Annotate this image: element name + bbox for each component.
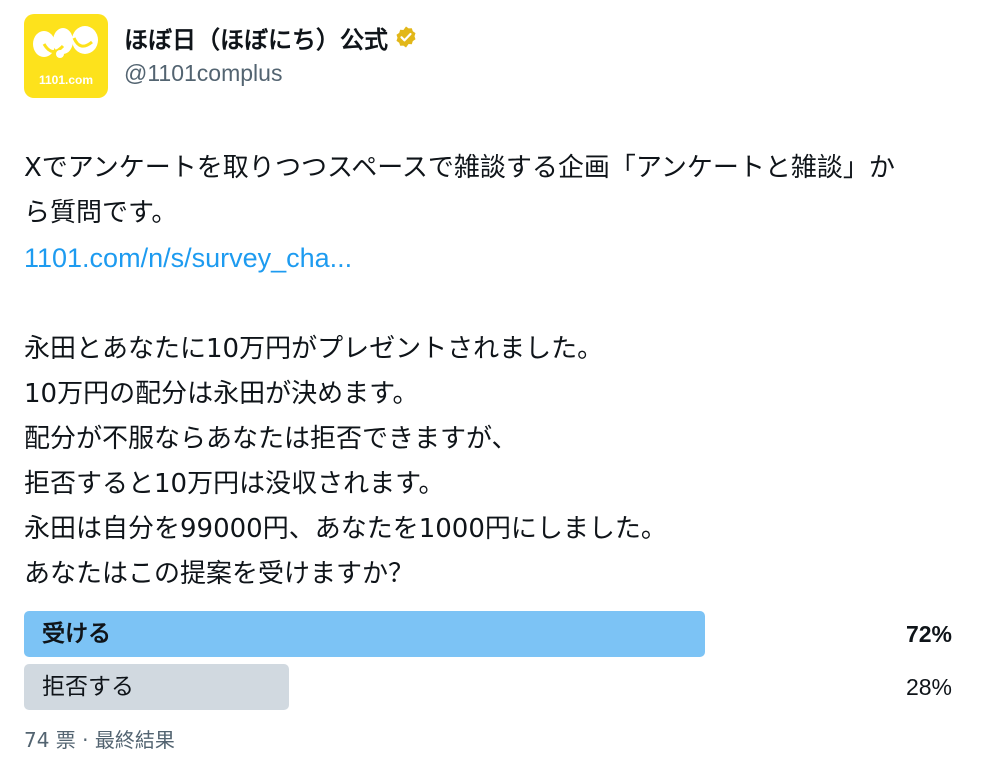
question-line: 永田とあなたに10万円がプレゼントされました。 [24,334,604,364]
avatar[interactable]: 1101.com [24,14,108,98]
poll-votes: 74 票 [24,728,76,752]
poll-option-label: 拒否する [42,674,134,700]
post-text: Xでアンケートを取りつつスペースで雑談する企画「アンケートと雑談」か ら質問です… [24,146,969,597]
poll-status: 最終結果 [94,728,175,752]
hobonichi-logo-icon [33,26,98,58]
question-line: 拒否すると10万円は没収されます。 [24,469,445,499]
post-link[interactable]: 1101.com/n/s/survey_cha... [24,243,352,273]
user-handle[interactable]: @1101complus [124,60,418,87]
poll-option-label: 受ける [42,621,111,647]
poll: 受ける 72% 拒否する 28% [24,611,952,717]
verified-badge-icon[interactable] [394,25,418,49]
poll-option-accept: 受ける 72% [24,611,952,657]
question-line: 永田は自分を99000円、あなたを1000円にしました。 [24,514,667,544]
question-line: 配分が不服ならあなたは拒否できますが、 [24,424,518,454]
poll-separator: · [75,728,95,752]
post-text-line: ら質問です。 [24,198,178,228]
post-text-line: Xでアンケートを取りつつスペースで雑談する企画「アンケートと雑談」か [24,153,895,183]
question-line: 10万円の配分は永田が決めます。 [24,379,419,409]
poll-option-reject: 拒否する 28% [24,664,952,710]
poll-bar-accept [24,611,705,657]
logo-text: 1101.com [38,73,94,87]
poll-option-percent: 28% [905,674,952,700]
poll-meta: 74 票 · 最終結果 [24,724,175,753]
display-name[interactable]: ほぼ日（ほぼにち）公式 [124,20,388,55]
poll-option-percent: 72% [905,621,952,647]
question-line: あなたはこの提案を受けますか？ [24,559,415,589]
post-header: 1101.com ほぼ日（ほぼにち）公式 @1101complus [24,14,924,98]
